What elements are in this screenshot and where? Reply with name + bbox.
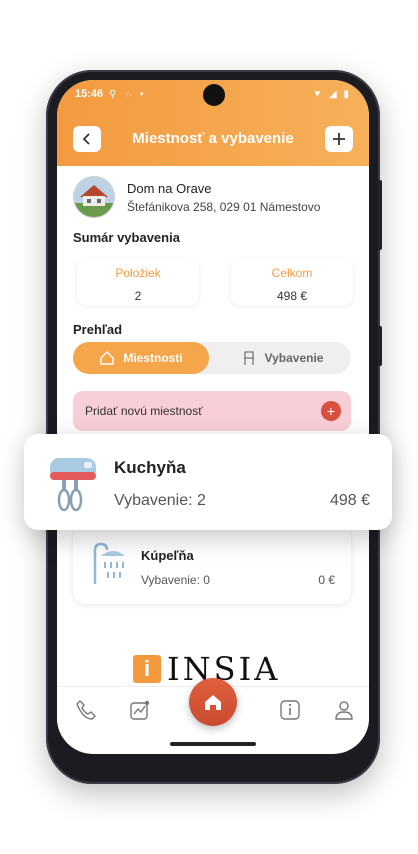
- room-name: Kúpeľňa: [141, 548, 194, 563]
- add-room-button[interactable]: Pridať novú miestnosť +: [73, 391, 351, 431]
- plus-icon: [333, 133, 345, 145]
- items-label: Položiek: [115, 266, 161, 280]
- tab-equipment[interactable]: Vybavenie: [213, 342, 351, 374]
- add-room-label: Pridať novú miestnosť: [85, 404, 203, 418]
- home-indicator: [170, 742, 256, 746]
- tab-profile[interactable]: [331, 699, 357, 725]
- room-price: 498 €: [329, 492, 370, 509]
- tab-equipment-label: Vybavenie: [264, 351, 324, 365]
- user-icon: [335, 701, 353, 720]
- property-address: Štefánikova 258, 029 01 Námestovo: [127, 199, 321, 214]
- home-button[interactable]: [189, 678, 237, 726]
- room-equipment-count: Vybavenie: 0: [141, 573, 210, 587]
- battery-wifi-icons: ▼ ◢ ▮: [312, 88, 351, 100]
- house-icon: [100, 351, 115, 365]
- overview-title: Prehľad: [73, 322, 123, 337]
- camera-notch: [203, 84, 225, 106]
- room-price: 0 €: [318, 573, 335, 587]
- home-icon: [205, 695, 221, 710]
- info-icon: [280, 700, 300, 720]
- logo-mark: i: [133, 655, 161, 683]
- overview-segmented-control: Miestnosti Vybavenie: [73, 342, 351, 374]
- room-name: Kuchyňa: [114, 458, 186, 477]
- tab-info[interactable]: [277, 699, 303, 725]
- items-card: Položiek 2: [77, 258, 199, 306]
- property-name: Dom na Orave: [127, 180, 212, 196]
- room-card-kitchen[interactable]: Kuchyňa Vybavenie: 2 498 €: [24, 434, 392, 530]
- property-info[interactable]: Dom na Orave Štefánikova 258, 029 01 Nám…: [73, 176, 320, 218]
- room-card-bathroom[interactable]: Kúpeľňa Vybavenie: 0 0 €: [73, 526, 351, 604]
- chair-icon: [243, 351, 254, 365]
- power-button: [378, 180, 382, 250]
- total-value: 498 €: [276, 289, 308, 303]
- summary-title: Sumár vybavenia: [73, 230, 180, 245]
- chart-icon: [130, 700, 150, 720]
- add-room-plus-icon: +: [321, 401, 341, 421]
- page-title: Miestnosť a vybavenie: [132, 130, 294, 147]
- total-card: Celkom 498 €: [231, 258, 353, 306]
- property-photo: [73, 176, 115, 218]
- status-icons: ⚲ ◌ ▪: [109, 88, 147, 100]
- tab-rooms-label: Miestnosti: [123, 351, 183, 365]
- volume-button: [378, 326, 382, 366]
- tab-rooms[interactable]: Miestnosti: [73, 342, 209, 374]
- shower-icon: [93, 542, 125, 584]
- app-screen: 15:46 ⚲ ◌ ▪ ▼ ◢ ▮ Miestnosť a vybavenie: [57, 80, 369, 754]
- add-button[interactable]: [325, 126, 353, 152]
- mixer-icon: [50, 458, 96, 512]
- tab-phone[interactable]: [73, 699, 99, 725]
- status-time: 15:46: [75, 88, 104, 100]
- header: 15:46 ⚲ ◌ ▪ ▼ ◢ ▮ Miestnosť a vybavenie: [57, 80, 369, 166]
- phone-icon: [76, 700, 96, 720]
- tab-stats[interactable]: [127, 699, 153, 725]
- items-value: 2: [134, 289, 142, 303]
- total-label: Celkom: [271, 266, 313, 280]
- room-equipment-count: Vybavenie: 2: [114, 492, 206, 509]
